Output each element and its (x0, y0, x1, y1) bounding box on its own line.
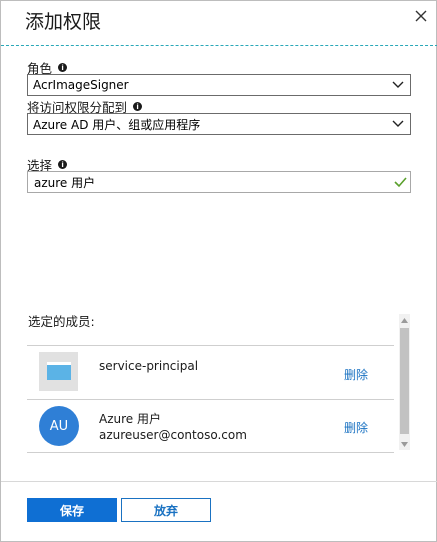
app-icon (39, 352, 78, 391)
info-icon[interactable]: i (58, 160, 68, 169)
scroll-up-icon[interactable] (399, 314, 410, 326)
checkmark-icon (394, 177, 407, 188)
footer-divider (1, 481, 437, 482)
assign-access-dropdown[interactable]: Azure AD 用户、组或应用程序 (27, 113, 411, 135)
member-email: azureuser@contoso.com (99, 428, 247, 442)
scroll-down-icon[interactable] (399, 438, 410, 450)
remove-member-button[interactable]: 删除 (344, 419, 368, 436)
panel-title: 添加权限 (25, 11, 102, 33)
assign-access-value: Azure AD 用户、组或应用程序 (33, 117, 201, 132)
discard-button[interactable]: 放弃 (121, 498, 211, 522)
role-value: AcrImageSigner (33, 78, 129, 92)
select-search-input[interactable]: azure 用户 (27, 171, 411, 193)
members-scrollbar[interactable] (399, 314, 410, 450)
remove-member-button[interactable]: 删除 (344, 366, 368, 383)
info-icon[interactable]: i (58, 63, 68, 72)
save-button[interactable]: 保存 (27, 498, 117, 522)
selected-members-title: 选定的成员: (28, 314, 95, 329)
member-name: Azure 用户 (99, 412, 161, 426)
avatar: AU (39, 406, 79, 446)
scrollbar-thumb[interactable] (400, 328, 409, 434)
member-name: service-principal (99, 359, 199, 373)
chevron-down-icon (392, 81, 404, 88)
list-item: service-principal 删除 (27, 345, 394, 399)
chevron-down-icon (392, 120, 404, 127)
selected-members-list: service-principal 删除 AU Azure 用户 azureus… (27, 345, 394, 453)
info-icon[interactable]: i (133, 102, 143, 111)
close-icon[interactable] (411, 6, 431, 26)
list-item: AU Azure 用户 azureuser@contoso.com 删除 (27, 399, 394, 453)
select-input-value: azure 用户 (34, 175, 96, 190)
role-dropdown[interactable]: AcrImageSigner (27, 74, 411, 96)
add-permission-panel: 添加权限 角色 i AcrImageSigner 将访问权限分配到 i Azur… (0, 0, 437, 542)
header-divider (1, 45, 437, 46)
